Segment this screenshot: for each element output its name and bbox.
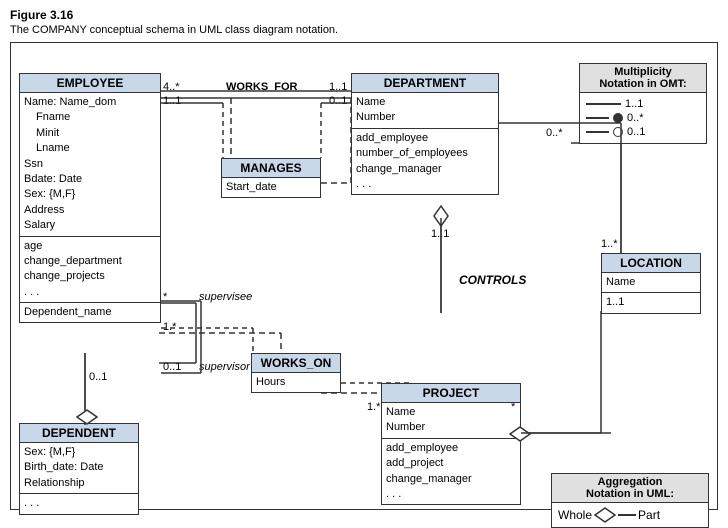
dependent-section1: Sex: {M,F} Birth_date: Date Relationship: [20, 443, 138, 494]
aggregation-diamond-icon: [594, 507, 616, 523]
controls-label: CONTROLS: [459, 273, 526, 287]
dependent-box: DEPENDENT Sex: {M,F} Birth_date: Date Re…: [19, 423, 139, 515]
works-on-section1: Hours: [252, 373, 340, 392]
legend-row-1: 1..1: [586, 98, 700, 110]
supervisor-mult: 0..1: [163, 361, 181, 373]
open-circle-icon: [613, 127, 623, 137]
multiplicity-content: 1..1 0..* 0..1: [580, 93, 706, 143]
works-on-header: WORKS_ON: [252, 354, 340, 373]
project-diamond-icon: [509, 426, 531, 442]
dependent-section2: . . .: [20, 494, 138, 513]
diagram-area: EMPLOYEE Name: Name_dom Fname Minit Lnam…: [10, 42, 718, 510]
multiplicity-header: Multiplicity Notation in OMT:: [580, 64, 706, 93]
manages-box: MANAGES Start_date: [221, 158, 321, 198]
location-header: LOCATION: [602, 254, 700, 273]
manages-left-mult: 1..1: [163, 95, 181, 107]
multiplicity-legend: Multiplicity Notation in OMT: 1..1 0..* …: [579, 63, 707, 144]
legend-row-3: 0..1: [586, 126, 700, 138]
figure-caption: The COMPANY conceptual schema in UML cla…: [10, 24, 718, 36]
manages-section1: Start_date: [222, 178, 320, 197]
department-header: DEPARTMENT: [352, 74, 498, 93]
employee-section3: Dependent_name: [20, 303, 160, 322]
dependent-header: DEPENDENT: [20, 424, 138, 443]
works-on-star-mult: *: [511, 401, 515, 413]
employee-box: EMPLOYEE Name: Name_dom Fname Minit Lnam…: [19, 73, 161, 323]
project-header: PROJECT: [382, 384, 520, 403]
figure-title: Figure 3.16: [10, 8, 718, 22]
works-on-emp-mult: 1.*: [163, 321, 176, 333]
department-box: DEPARTMENT Name Number add_employee numb…: [351, 73, 499, 195]
works-for-label: WORKS_FOR: [226, 81, 298, 93]
supervisee-label: supervisee: [199, 291, 252, 303]
employee-section2: age change_department change_projects . …: [20, 237, 160, 304]
controls-dept-mult: 1..1: [431, 228, 449, 240]
works-for-left-mult: 4..*: [163, 81, 180, 93]
department-section1: Name Number: [352, 93, 498, 129]
works-for-right-mult: 1..1: [329, 81, 347, 93]
emp-dependent-mult: 0..1: [89, 371, 107, 383]
controls-diamond-icon: [433, 205, 449, 227]
project-section2: add_employee add_project change_manager …: [382, 439, 520, 505]
location-dept-mult: 1..*: [601, 238, 618, 250]
project-box: PROJECT Name Number add_employee add_pro…: [381, 383, 521, 505]
dependent-diamond-icon: [76, 409, 98, 425]
dept-location-mult: 0..*: [546, 127, 563, 139]
aggregation-content: Whole Part: [552, 503, 708, 527]
location-section2: 1..1: [602, 293, 700, 312]
employee-section1: Name: Name_dom Fname Minit Lname Ssn Bda…: [20, 93, 160, 237]
manages-right-mult: 0..1: [329, 95, 347, 107]
filled-circle-icon: [613, 113, 623, 123]
project-section1: Name Number: [382, 403, 520, 439]
location-box: LOCATION Name 1..1: [601, 253, 701, 314]
works-on-proj-mult: 1.*: [367, 401, 380, 413]
legend-row-2: 0..*: [586, 112, 700, 124]
supervisor-label: supervisor: [199, 361, 250, 373]
aggregation-header: Aggregation Notation in UML:: [552, 474, 708, 503]
location-section1: Name: [602, 273, 700, 293]
manages-header: MANAGES: [222, 159, 320, 178]
supervisee-mult: *: [163, 291, 167, 303]
employee-header: EMPLOYEE: [20, 74, 160, 93]
works-on-box: WORKS_ON Hours: [251, 353, 341, 393]
department-section2: add_employee number_of_employees change_…: [352, 129, 498, 195]
page-container: Figure 3.16 The COMPANY conceptual schem…: [0, 0, 728, 520]
